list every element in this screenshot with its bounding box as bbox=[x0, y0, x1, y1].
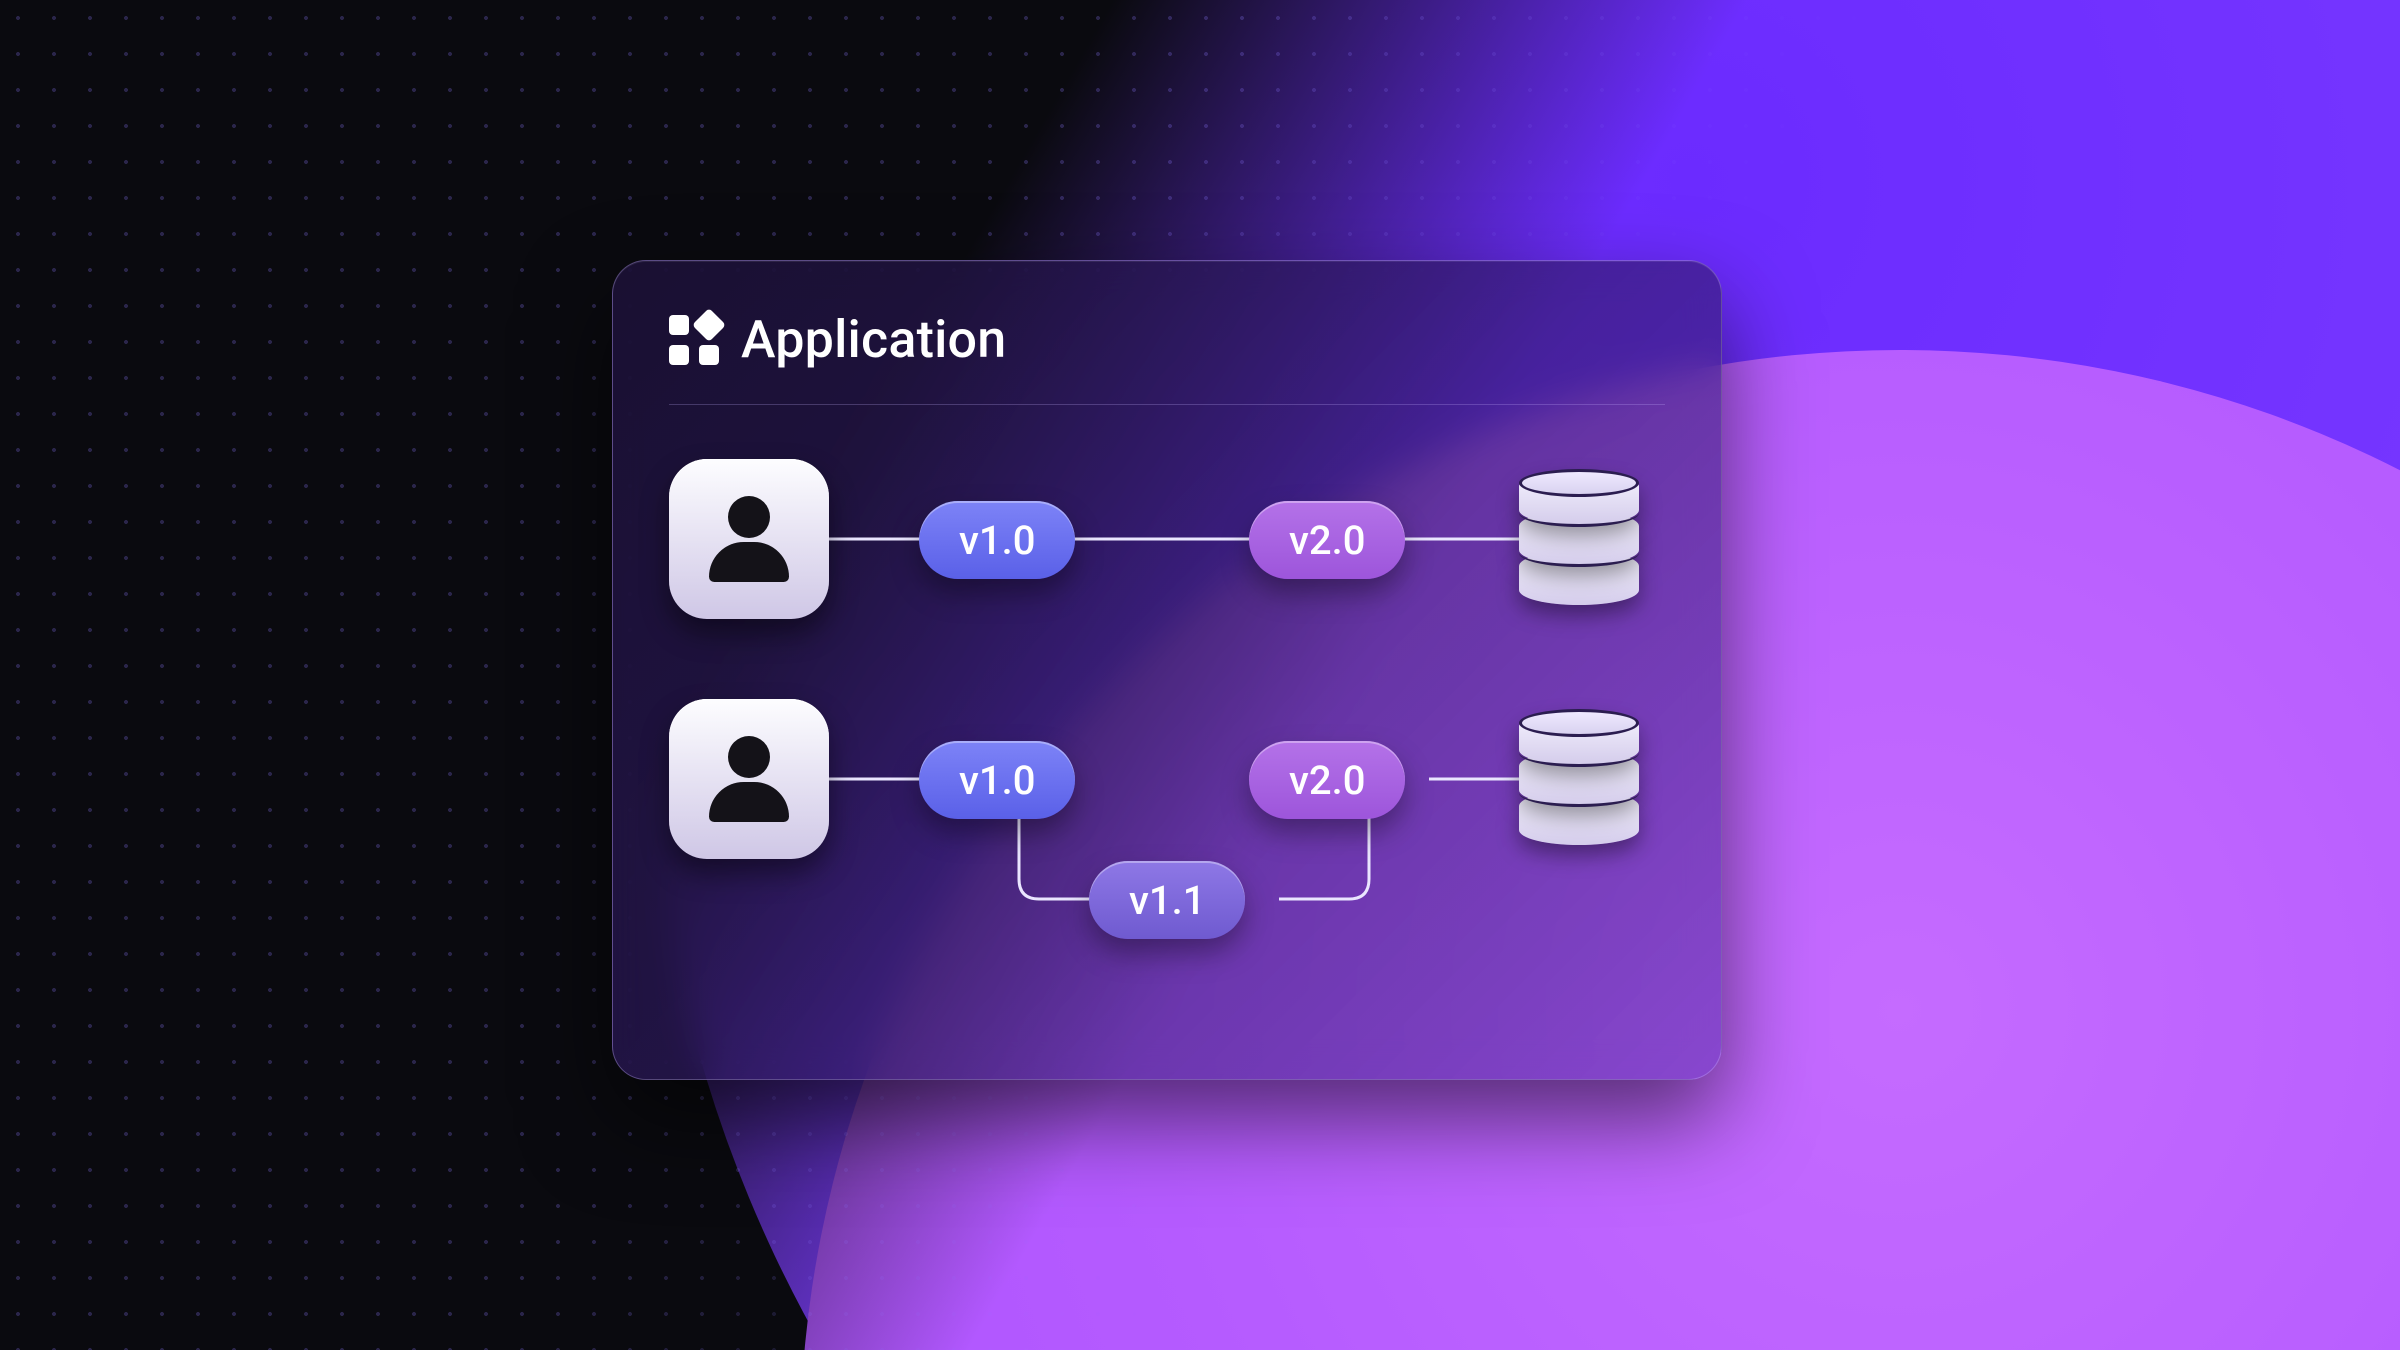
card-header: Application bbox=[669, 309, 1665, 405]
version-pill-v2-row1: v2.0 bbox=[1249, 501, 1405, 579]
card-title: Application bbox=[741, 309, 1006, 370]
database-icon-1 bbox=[1519, 471, 1639, 601]
user-icon bbox=[709, 496, 789, 582]
diagram-area: v1.0 v2.0 v1.0 v2.0 v1.1 bbox=[669, 459, 1665, 1059]
version-pill-v2-row2: v2.0 bbox=[1249, 741, 1405, 819]
apps-icon bbox=[669, 315, 719, 365]
user-icon bbox=[709, 736, 789, 822]
version-pill-v11: v1.1 bbox=[1089, 861, 1245, 939]
pill-label: v2.0 bbox=[1289, 757, 1365, 804]
pill-label: v1.0 bbox=[959, 517, 1035, 564]
version-pill-v1-row1: v1.0 bbox=[919, 501, 1075, 579]
pill-label: v2.0 bbox=[1289, 517, 1365, 564]
user-tile-1 bbox=[669, 459, 829, 619]
database-icon-2 bbox=[1519, 711, 1639, 841]
user-tile-2 bbox=[669, 699, 829, 859]
pill-label: v1.1 bbox=[1129, 877, 1205, 924]
pill-label: v1.0 bbox=[959, 757, 1035, 804]
version-pill-v1-row2: v1.0 bbox=[919, 741, 1075, 819]
application-card: Application v1.0 v2.0 bbox=[612, 260, 1722, 1080]
